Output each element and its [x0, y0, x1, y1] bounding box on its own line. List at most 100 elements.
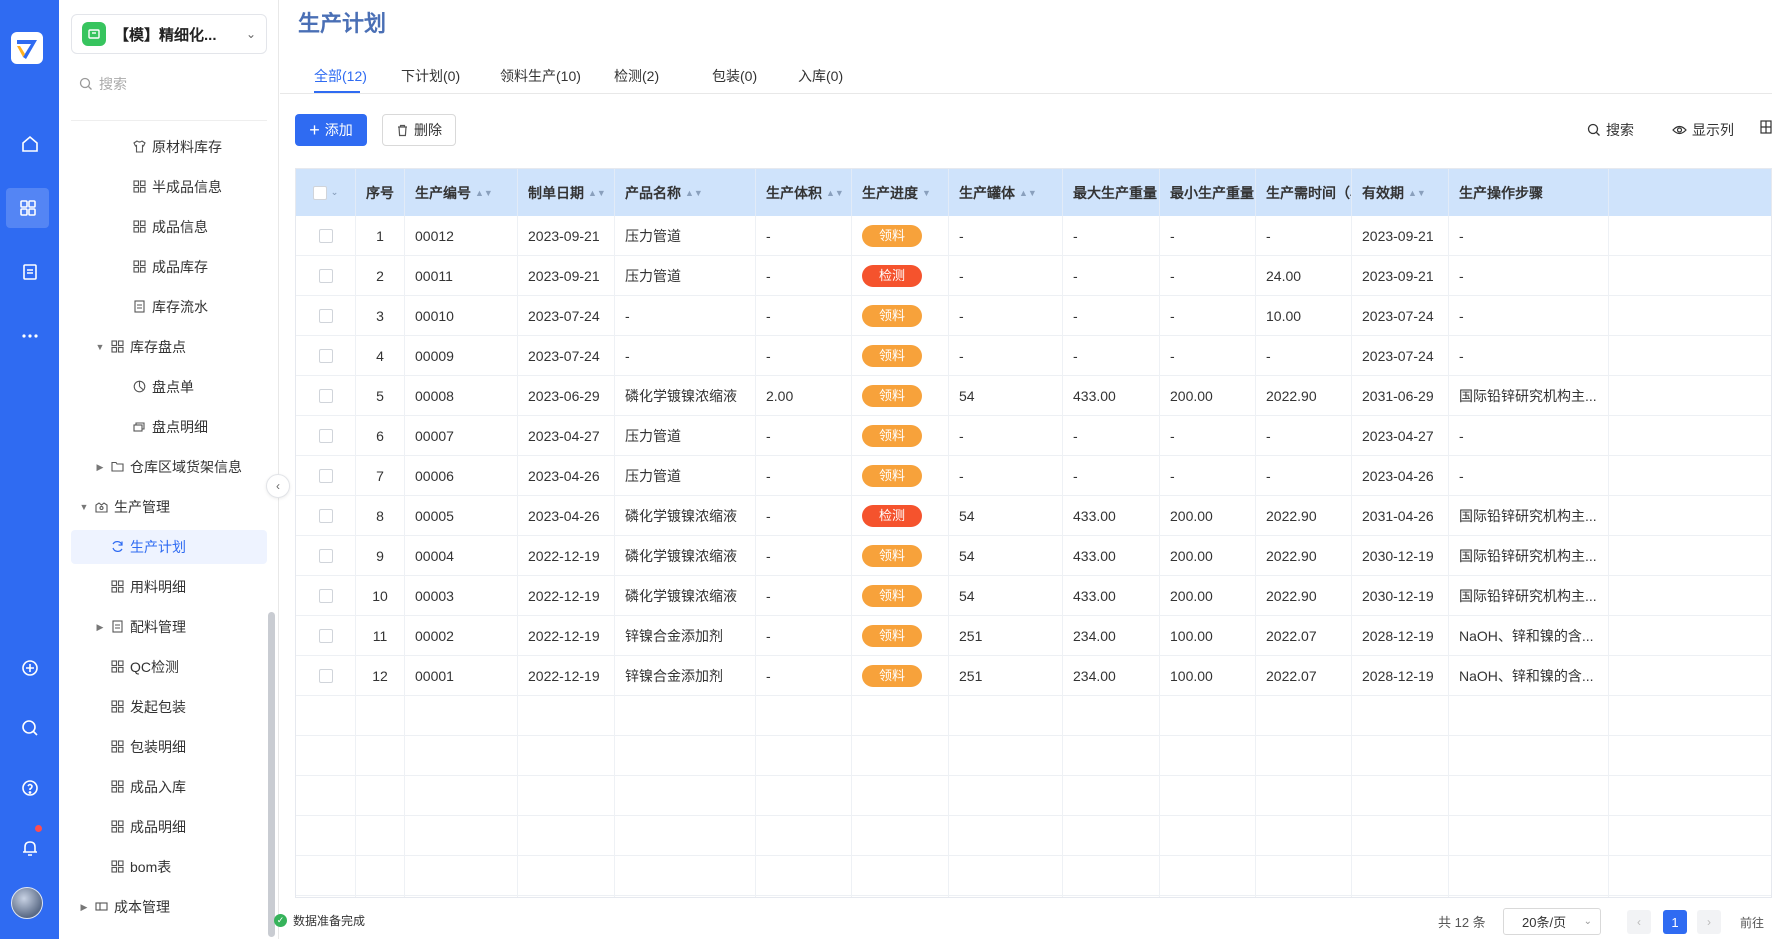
- row-checkbox[interactable]: [318, 229, 333, 243]
- tab-packing[interactable]: 包装(0): [712, 66, 757, 86]
- sidebar-item[interactable]: ▶ 成本管理: [71, 890, 267, 924]
- select-all-checkbox[interactable]: [312, 185, 327, 200]
- home-icon[interactable]: [0, 124, 59, 164]
- row-checkbox[interactable]: [318, 349, 333, 363]
- row-checkbox[interactable]: [318, 389, 333, 403]
- cell-text: -: [1073, 348, 1078, 364]
- sidebar-item[interactable]: 库存流水: [71, 290, 267, 324]
- col-header-progress[interactable]: 生产进度 ▼: [852, 169, 949, 216]
- row-checkbox[interactable]: [318, 269, 333, 283]
- cell-text: 压力管道: [625, 428, 681, 444]
- next-page-button[interactable]: ›: [1697, 910, 1721, 934]
- col-header-max-weight[interactable]: 最大生产重量▲▼: [1063, 169, 1160, 216]
- cell-no: 2: [356, 256, 405, 296]
- sidebar-item[interactable]: 包装明细: [71, 730, 267, 764]
- col-header-tank[interactable]: 生产罐体 ▲▼: [949, 169, 1063, 216]
- row-checkbox[interactable]: [318, 469, 333, 483]
- row-checkbox[interactable]: [318, 509, 333, 523]
- cell-date: 2023-04-27: [518, 416, 615, 456]
- delete-button[interactable]: 删除: [382, 114, 456, 146]
- cell-select: [296, 296, 356, 336]
- avatar[interactable]: [11, 887, 43, 919]
- caret-right-icon[interactable]: ▶: [95, 462, 105, 473]
- col-header-date[interactable]: 制单日期 ▲▼: [518, 169, 615, 216]
- sidebar-item[interactable]: 发起包装: [71, 690, 267, 724]
- page-number-button[interactable]: 1: [1663, 910, 1687, 934]
- caret-down-icon[interactable]: ▼: [79, 502, 89, 512]
- row-checkbox[interactable]: [318, 429, 333, 443]
- page-size-select[interactable]: 20条/页 ⌄: [1503, 908, 1601, 935]
- sidebar-scrollbar[interactable]: [268, 612, 275, 937]
- cell-text: 2023-04-26: [528, 468, 600, 484]
- sidebar-item[interactable]: 成品明细: [71, 810, 267, 844]
- sidebar-item[interactable]: ▶ 配料管理: [71, 610, 267, 644]
- cell-text: -: [766, 628, 771, 644]
- sidebar-item[interactable]: 用料明细: [71, 570, 267, 604]
- caret-right-icon[interactable]: ▶: [79, 902, 89, 913]
- sidebar-search[interactable]: 搜索: [79, 74, 127, 94]
- row-checkbox[interactable]: [318, 309, 333, 323]
- column-divider: [1351, 216, 1352, 897]
- col-header-product[interactable]: 产品名称 ▲▼: [615, 169, 756, 216]
- sidebar-item[interactable]: QC检测: [71, 650, 267, 684]
- sidebar-item[interactable]: ▶ 仓库区域货架信息: [71, 450, 267, 484]
- sidebar-item[interactable]: ▼ 生产管理: [71, 490, 267, 524]
- caret-down-icon[interactable]: ▼: [95, 342, 105, 352]
- add-circle-icon[interactable]: [0, 648, 59, 688]
- app-logo[interactable]: [11, 32, 43, 64]
- cell-no: 12: [356, 656, 405, 696]
- cell-min_w: -: [1160, 336, 1256, 376]
- filter-icon[interactable]: ▼: [922, 188, 931, 197]
- cell-progress: 领料: [852, 576, 949, 616]
- cell-text: 锌镍合金添加剂: [625, 628, 723, 644]
- add-button[interactable]: + 添加: [295, 114, 367, 146]
- sidebar-item[interactable]: ▼ 库存盘点: [71, 330, 267, 364]
- help-icon[interactable]: [0, 768, 59, 808]
- cell-text: 251: [959, 628, 983, 644]
- tab-all[interactable]: 全部(12): [314, 66, 367, 86]
- col-header-steps[interactable]: 生产操作步骤: [1449, 169, 1609, 216]
- row-checkbox[interactable]: [318, 669, 333, 683]
- sidebar-item[interactable]: 盘点单: [71, 370, 267, 404]
- tab-inspection[interactable]: 检测(2): [614, 66, 659, 86]
- row-checkbox[interactable]: [318, 549, 333, 563]
- document-list-icon[interactable]: [0, 252, 59, 292]
- prev-page-button[interactable]: ‹: [1627, 910, 1651, 934]
- sidebar-item[interactable]: 半成品信息: [71, 170, 267, 204]
- col-label: 制单日期: [528, 184, 584, 201]
- col-header-code[interactable]: 生产编号 ▲▼: [405, 169, 518, 216]
- grid-layout-tool[interactable]: [1760, 120, 1772, 134]
- tab-plan[interactable]: 下计划(0): [401, 66, 460, 86]
- app-switcher[interactable]: 【模】精细化... ⌄: [71, 14, 267, 54]
- sidebar-item[interactable]: 盘点明细: [71, 410, 267, 444]
- caret-right-icon[interactable]: ▶: [95, 622, 105, 633]
- tab-warehousing[interactable]: 入库(0): [798, 66, 843, 86]
- col-header-volume[interactable]: 生产体积 ▲▼: [756, 169, 852, 216]
- sidebar-item[interactable]: 成品入库: [71, 770, 267, 804]
- apps-icon[interactable]: [6, 188, 49, 228]
- cell-text: -: [1266, 348, 1271, 364]
- sidebar-item[interactable]: bom表: [71, 850, 267, 884]
- sidebar-item[interactable]: 生产计划: [71, 530, 267, 564]
- notification-dot: [35, 825, 42, 832]
- row-checkbox[interactable]: [318, 629, 333, 643]
- cell-steps: -: [1449, 296, 1609, 336]
- sidebar-item[interactable]: 成品信息: [71, 210, 267, 244]
- cell-text: NaOH、锌和镍的含...: [1459, 628, 1594, 644]
- col-header-min-weight[interactable]: 最小生产重量▲▼: [1160, 169, 1256, 216]
- col-header-expiry[interactable]: 有效期 ▲▼: [1352, 169, 1449, 216]
- show-columns-tool[interactable]: 显示列: [1672, 120, 1734, 140]
- bell-icon[interactable]: [0, 828, 59, 868]
- tab-picking[interactable]: 领料生产(10): [500, 66, 581, 86]
- cell-text: -: [959, 268, 964, 284]
- row-checkbox[interactable]: [318, 589, 333, 603]
- search-icon[interactable]: [0, 708, 59, 748]
- col-header-hours[interactable]: 生产需时间（小: [1256, 169, 1352, 216]
- cell-min_w: -: [1160, 456, 1256, 496]
- trash-icon: [398, 124, 407, 136]
- more-icon[interactable]: [0, 316, 59, 356]
- sidebar-item[interactable]: 成品库存: [71, 250, 267, 284]
- search-tool[interactable]: 搜索: [1587, 120, 1634, 140]
- sidebar-item[interactable]: 原材料库存: [71, 130, 267, 164]
- cell-expiry: 2023-09-21: [1352, 256, 1449, 296]
